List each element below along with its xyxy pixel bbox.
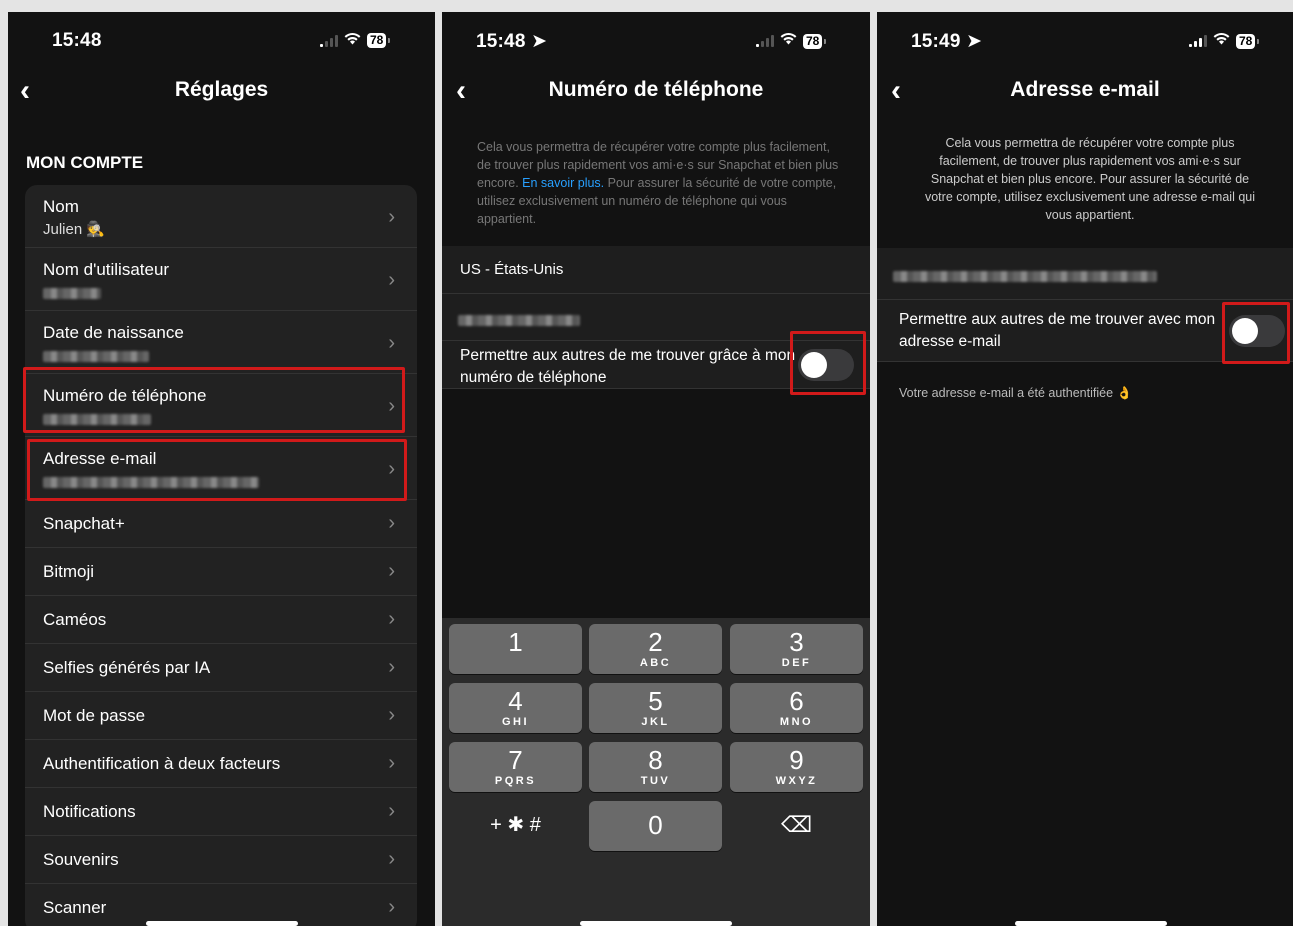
key-4[interactable]: 4 GHI <box>449 683 582 733</box>
key-6[interactable]: 6 MNO <box>730 683 863 733</box>
key-9[interactable]: 9 WXYZ <box>730 742 863 792</box>
row-label: Bitmoji <box>43 562 95 581</box>
key-3[interactable]: 3 DEF <box>730 624 863 674</box>
highlight-phone-row <box>23 367 405 433</box>
row-label: Selfies générés par IA <box>43 658 211 677</box>
status-bar: 15:48 78 <box>8 30 435 52</box>
section-header: MON COMPTE <box>26 153 144 172</box>
wifi-icon <box>1213 32 1230 50</box>
blurred-value <box>43 286 101 303</box>
row-label: Nom <box>43 197 79 216</box>
settings-row-bitmoji[interactable]: Bitmoji › <box>25 548 417 596</box>
key-1[interactable]: 1 <box>449 624 582 674</box>
highlight-toggle <box>790 331 866 395</box>
cellular-signal-icon <box>1189 35 1207 47</box>
status-time: 15:48 ➤ <box>476 31 548 52</box>
chevron-right-icon: › <box>388 848 395 870</box>
chevron-right-icon: › <box>388 206 395 228</box>
toggle-label: Permettre aux autres de me trouver avec … <box>899 311 1216 350</box>
settings-list: Nom Julien 🕵 › Nom d'utilisateur › Date … <box>25 185 417 926</box>
chevron-right-icon: › <box>388 800 395 822</box>
chevron-right-icon: › <box>388 704 395 726</box>
key-8[interactable]: 8 TUV <box>589 742 722 792</box>
row-label: Souvenirs <box>43 850 119 869</box>
backspace-icon[interactable]: ⌫ <box>730 801 863 851</box>
chevron-right-icon: › <box>388 512 395 534</box>
battery-icon: 78 <box>803 33 827 49</box>
toggle-label: Permettre aux autres de me trouver grâce… <box>460 347 796 386</box>
blurred-value <box>893 269 1157 287</box>
settings-row-username[interactable]: Nom d'utilisateur › <box>25 248 417 311</box>
chevron-right-icon: › <box>388 752 395 774</box>
highlight-toggle <box>1222 302 1290 364</box>
status-bar: 15:49 ➤ 78 <box>877 30 1293 52</box>
status-time: 15:48 <box>52 30 102 51</box>
row-label: Date de naissance <box>43 323 184 342</box>
learn-more-link[interactable]: En savoir plus. <box>522 176 604 190</box>
country-selector[interactable]: US - États-Unis <box>442 246 870 294</box>
wifi-icon <box>344 32 361 49</box>
row-label: Notifications <box>43 802 136 821</box>
row-label: Authentification à deux facteurs <box>43 754 281 773</box>
settings-screen: 15:48 78 ‹ Réglages MON COMPTE Nom Julie… <box>8 12 435 926</box>
home-indicator <box>580 921 732 926</box>
chevron-right-icon: › <box>388 896 395 918</box>
chevron-right-icon: › <box>388 560 395 582</box>
key-2[interactable]: 2 ABC <box>589 624 722 674</box>
settings-row-snapchat-plus[interactable]: Snapchat+ › <box>25 500 417 548</box>
home-indicator <box>146 921 298 926</box>
chevron-right-icon: › <box>388 656 395 678</box>
status-time: 15:49 ➤ <box>911 31 983 52</box>
settings-row-password[interactable]: Mot de passe › <box>25 692 417 740</box>
status-bar: 15:48 ➤ 78 <box>442 30 870 52</box>
key-0[interactable]: 0 <box>589 801 722 851</box>
settings-row-scanner[interactable]: Scanner › <box>25 884 417 926</box>
highlight-email-row <box>27 439 407 501</box>
cellular-signal-icon <box>756 35 774 47</box>
row-label: Mot de passe <box>43 706 146 725</box>
description-text: Cela vous permettra de récupérer votre c… <box>477 140 839 226</box>
row-label: Scanner <box>43 898 107 917</box>
location-arrow-icon: ➤ <box>531 31 548 52</box>
row-value: Julien 🕵 <box>43 221 106 238</box>
battery-icon: 78 <box>367 33 391 48</box>
page-title: Réglages <box>174 78 269 101</box>
verified-status: Votre adresse e-mail a été authentifiée … <box>899 386 1133 400</box>
key-7[interactable]: 7 PQRS <box>449 742 582 792</box>
wifi-icon <box>780 32 797 50</box>
location-arrow-icon: ➤ <box>966 31 983 52</box>
settings-row-notifications[interactable]: Notifications › <box>25 788 417 836</box>
page-title: Numéro de téléphone <box>548 78 764 101</box>
chevron-right-icon: › <box>388 608 395 630</box>
battery-icon: 78 <box>1236 33 1260 49</box>
key-symbols[interactable]: + ✱ # <box>449 801 582 851</box>
page-title: Adresse e-mail <box>1010 78 1160 101</box>
phone-number-screen: 15:48 ➤ 78 ‹ Numéro de téléphone Cela vo… <box>442 12 870 926</box>
numeric-keypad: 1 2 ABC 3 DEF 4 GHI 5 JKL 6 MNO 7 PQRS 8 TUV 9W… <box>442 618 870 926</box>
row-label: Caméos <box>43 610 107 629</box>
home-indicator <box>1015 921 1167 926</box>
blurred-value <box>43 349 149 366</box>
settings-row-two-factor[interactable]: Authentification à deux facteurs › <box>25 740 417 788</box>
email-screen: 15:49 ➤ 78 ‹ Adresse e-mail Cela vous pe… <box>877 12 1293 926</box>
description-text: Cela vous permettra de récupérer votre c… <box>924 136 1255 222</box>
chevron-right-icon: › <box>388 332 395 354</box>
cellular-signal-icon <box>320 34 338 47</box>
settings-row-ai-selfies[interactable]: Selfies générés par IA › <box>25 644 417 692</box>
country-label: US - États-Unis <box>460 261 564 278</box>
key-5[interactable]: 5 JKL <box>589 683 722 733</box>
chevron-right-icon: › <box>388 269 395 291</box>
email-field[interactable] <box>877 248 1293 300</box>
settings-row-cameos[interactable]: Caméos › <box>25 596 417 644</box>
settings-row-name[interactable]: Nom Julien 🕵 › <box>25 185 417 248</box>
blurred-value <box>458 313 580 331</box>
row-label: Nom d'utilisateur <box>43 260 170 279</box>
row-label: Snapchat+ <box>43 514 125 533</box>
settings-row-memories[interactable]: Souvenirs › <box>25 836 417 884</box>
settings-row-birthdate[interactable]: Date de naissance › <box>25 311 417 374</box>
